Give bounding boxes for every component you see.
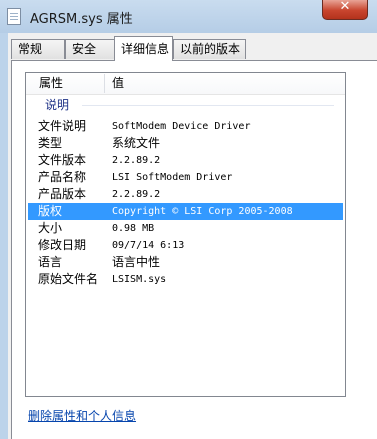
list-row-selected[interactable]: 版权 Copyright © LSI Corp 2005-2008 bbox=[28, 203, 343, 220]
property-cell: 文件说明 bbox=[38, 119, 87, 133]
list-row[interactable]: 修改日期 09/7/14 6:13 bbox=[28, 237, 343, 254]
value-cell: Copyright © LSI Corp 2005-2008 bbox=[112, 206, 293, 217]
group-divider bbox=[82, 105, 334, 106]
list-row[interactable]: 大小 0.98 MB bbox=[28, 220, 343, 237]
tab-security[interactable]: 安全 bbox=[65, 39, 115, 59]
property-cell: 修改日期 bbox=[38, 238, 87, 252]
file-icon bbox=[7, 8, 21, 25]
title-bar[interactable]: AGRSM.sys 属性 ✕ bbox=[0, 0, 377, 33]
value-cell: SoftModem Device Driver bbox=[112, 121, 251, 132]
property-cell: 类型 bbox=[38, 136, 63, 150]
value-cell: 0.98 MB bbox=[112, 223, 155, 234]
value-cell: 2.2.89.2 bbox=[112, 155, 161, 166]
tab-label: 以前的版本 bbox=[180, 42, 241, 56]
property-cell: 产品版本 bbox=[38, 187, 87, 201]
group-label: 说明 bbox=[45, 98, 70, 112]
list-row[interactable]: 语言 语言中性 bbox=[28, 254, 343, 271]
list-row[interactable]: 文件说明 SoftModem Device Driver bbox=[28, 118, 343, 135]
value-cell: 09/7/14 6:13 bbox=[112, 240, 185, 251]
remove-properties-link[interactable]: 删除属性和个人信息 bbox=[28, 407, 136, 424]
value-cell: 语言中性 bbox=[112, 255, 161, 269]
tab-general[interactable]: 常规 bbox=[11, 39, 65, 59]
column-header-property[interactable]: 属性 bbox=[39, 73, 63, 94]
list-row[interactable]: 产品名称 LSI SoftModem Driver bbox=[28, 169, 343, 186]
property-cell: 原始文件名 bbox=[38, 272, 99, 286]
list-row[interactable]: 文件版本 2.2.89.2 bbox=[28, 152, 343, 169]
value-cell: LSISM.sys bbox=[112, 274, 167, 285]
tab-label: 详细信息 bbox=[121, 42, 170, 56]
close-icon: ✕ bbox=[339, 0, 351, 14]
list-row[interactable]: 类型 系统文件 bbox=[28, 135, 343, 152]
tab-previous-versions[interactable]: 以前的版本 bbox=[173, 39, 246, 59]
column-divider[interactable] bbox=[104, 74, 105, 93]
property-cell: 文件版本 bbox=[38, 153, 87, 167]
property-cell: 版权 bbox=[38, 204, 63, 218]
properties-window: AGRSM.sys 属性 ✕ 常规 安全 详细信息 以前的版本 属性 值 说明 bbox=[0, 0, 377, 439]
window-title: AGRSM.sys 属性 bbox=[30, 12, 133, 27]
dialog-client-area: 常规 安全 详细信息 以前的版本 属性 值 说明 文件说明 SoftModem bbox=[8, 33, 377, 439]
value-cell: 2.2.89.2 bbox=[112, 189, 161, 200]
value-cell: 系统文件 bbox=[112, 136, 161, 150]
property-cell: 语言 bbox=[38, 255, 63, 269]
value-cell: LSI SoftModem Driver bbox=[112, 172, 233, 183]
details-list[interactable]: 属性 值 说明 文件说明 SoftModem Device Driver 类型 … bbox=[25, 72, 346, 397]
property-cell: 产品名称 bbox=[38, 170, 87, 184]
property-cell: 大小 bbox=[38, 221, 63, 235]
tab-label: 安全 bbox=[72, 42, 97, 56]
list-header: 属性 值 bbox=[26, 73, 345, 95]
tab-label: 常规 bbox=[18, 42, 43, 56]
close-button[interactable]: ✕ bbox=[322, 0, 368, 20]
list-row[interactable]: 产品版本 2.2.89.2 bbox=[28, 186, 343, 203]
tab-details[interactable]: 详细信息 bbox=[114, 36, 173, 61]
column-header-value[interactable]: 值 bbox=[112, 73, 124, 94]
group-description: 说明 bbox=[26, 97, 345, 113]
list-row[interactable]: 原始文件名 LSISM.sys bbox=[28, 271, 343, 288]
